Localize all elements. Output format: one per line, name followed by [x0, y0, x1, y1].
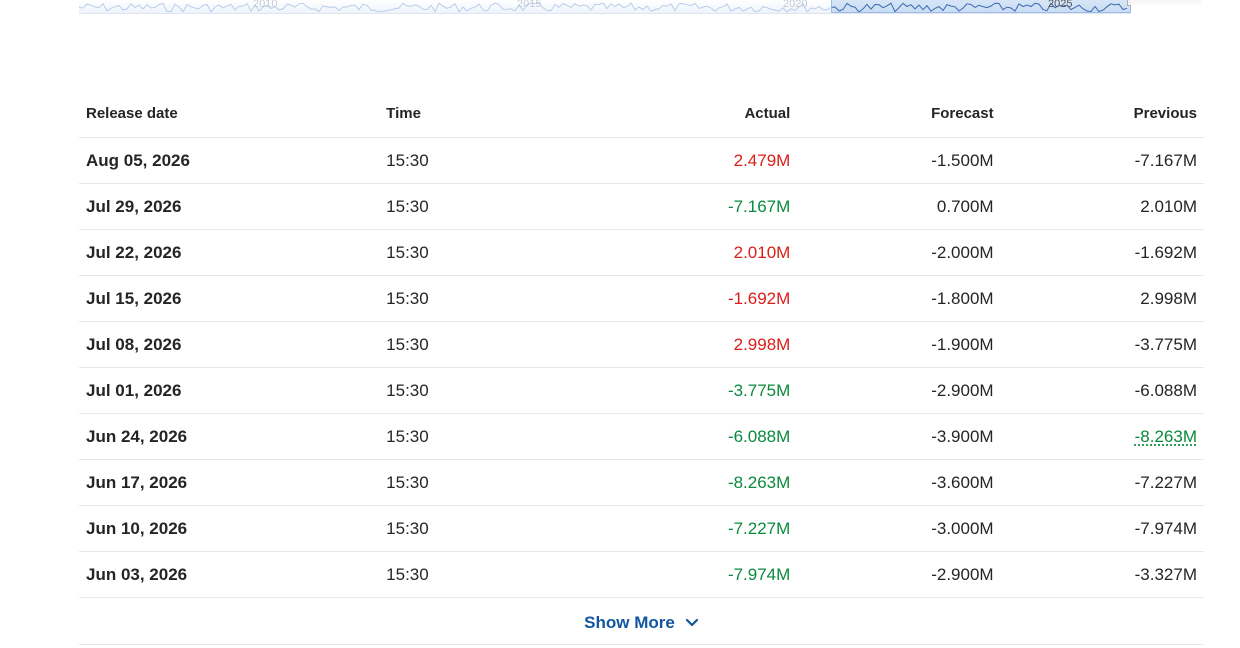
- time-cell: 15:30: [386, 288, 429, 308]
- chart-navigator[interactable]: 2010 2015 2020 2025: [79, 0, 1131, 14]
- forecast-value-cell: -3.600M: [931, 472, 994, 492]
- forecast-value-cell: -1.500M: [931, 150, 994, 170]
- time-cell: 15:30: [386, 380, 429, 400]
- previous-value-cell: -7.227M: [1134, 472, 1197, 492]
- actual-value-cell: -7.974M: [727, 564, 791, 584]
- actual-value-cell: -1.692M: [727, 288, 791, 308]
- previous-value-cell: -7.974M: [1134, 518, 1197, 538]
- release-date-cell: Jul 08, 2026: [86, 334, 182, 354]
- previous-value-cell: 2.010M: [1140, 196, 1197, 216]
- previous-value-cell: -7.167M: [1134, 150, 1197, 170]
- time-cell: 15:30: [386, 150, 429, 170]
- forecast-value-cell: -1.900M: [931, 334, 994, 354]
- table-row: Jun 03, 2026 15:30 -7.974M -2.900M -3.327M: [79, 551, 1204, 598]
- chevron-down-icon: [685, 618, 698, 626]
- previous-value-cell[interactable]: -8.263M: [1135, 427, 1197, 446]
- show-more-button[interactable]: Show More: [584, 613, 699, 633]
- time-cell: 15:30: [386, 518, 429, 538]
- table-row: Aug 05, 2026 15:30 2.479M -1.500M -7.167M: [79, 137, 1204, 184]
- column-header-time[interactable]: Time: [379, 89, 596, 138]
- actual-value-cell: -7.227M: [727, 518, 791, 538]
- forecast-value-cell: -2.900M: [931, 380, 994, 400]
- release-date-cell: Aug 05, 2026: [86, 150, 190, 170]
- time-cell: 15:30: [386, 196, 429, 216]
- forecast-value-cell: -3.900M: [931, 426, 994, 446]
- actual-value-cell: -6.088M: [727, 426, 791, 446]
- time-cell: 15:30: [386, 334, 429, 354]
- release-date-cell: Jun 24, 2026: [86, 426, 188, 446]
- release-date-cell: Jun 17, 2026: [86, 472, 188, 492]
- actual-value-cell: 2.010M: [733, 242, 791, 262]
- actual-value-cell: -3.775M: [727, 380, 791, 400]
- table-row: Jun 17, 2026 15:30 -8.263M -3.600M -7.227M: [79, 459, 1204, 506]
- table-row: Jun 10, 2026 15:30 -7.227M -3.000M -7.974M: [79, 505, 1204, 552]
- column-header-actual[interactable]: Actual: [595, 89, 798, 138]
- table-row: Jul 29, 2026 15:30 -7.167M 0.700M 2.010M: [79, 183, 1204, 230]
- previous-value-cell: 2.998M: [1140, 288, 1197, 308]
- dropdown-shadow: [1131, 0, 1201, 6]
- forecast-value-cell: -2.900M: [931, 564, 994, 584]
- time-cell: 15:30: [386, 564, 429, 584]
- column-header-forecast[interactable]: Forecast: [797, 89, 1001, 138]
- navigator-year-label: 2020: [783, 0, 808, 10]
- table-row: Jul 08, 2026 15:30 2.998M -1.900M -3.775M: [79, 321, 1204, 368]
- release-date-cell: Jul 29, 2026: [86, 196, 182, 216]
- table-header-row: Release date Time Actual Forecast Previo…: [79, 89, 1204, 138]
- time-cell: 15:30: [386, 242, 429, 262]
- column-header-previous[interactable]: Previous: [1000, 89, 1204, 138]
- history-table: Release date Time Actual Forecast Previo…: [79, 89, 1204, 598]
- show-more-label: Show More: [584, 612, 675, 632]
- release-date-cell: Jul 22, 2026: [86, 242, 182, 262]
- release-date-cell: Jul 01, 2026: [86, 380, 182, 400]
- column-header-release-date[interactable]: Release date: [79, 89, 380, 138]
- actual-value-cell: 2.998M: [733, 334, 791, 354]
- previous-value-cell: -6.088M: [1134, 380, 1197, 400]
- show-more-row: Show More: [79, 601, 1204, 645]
- navigator-selection-window[interactable]: [831, 0, 1131, 13]
- table-row: Jul 15, 2026 15:30 -1.692M -1.800M 2.998M: [79, 275, 1204, 322]
- forecast-value-cell: -3.000M: [931, 518, 994, 538]
- time-cell: 15:30: [386, 426, 429, 446]
- actual-value-cell: -7.167M: [727, 196, 791, 216]
- forecast-value-cell: -2.000M: [931, 242, 994, 262]
- forecast-value-cell: -1.800M: [931, 288, 994, 308]
- release-date-cell: Jun 10, 2026: [86, 518, 188, 538]
- navigator-year-label: 2025: [1048, 0, 1073, 10]
- actual-value-cell: -8.263M: [727, 472, 791, 492]
- navigator-year-label: 2010: [253, 0, 278, 10]
- release-date-cell: Jun 03, 2026: [86, 564, 188, 584]
- forecast-value-cell: 0.700M: [936, 196, 994, 216]
- previous-value-cell: -1.692M: [1134, 242, 1197, 262]
- time-cell: 15:30: [386, 472, 429, 492]
- previous-value-cell: -3.775M: [1134, 334, 1197, 354]
- previous-value-cell: -3.327M: [1134, 564, 1197, 584]
- table-row: Jul 22, 2026 15:30 2.010M -2.000M -1.692M: [79, 229, 1204, 276]
- table-row: Jun 24, 2026 15:30 -6.088M -3.900M -8.263M: [79, 413, 1204, 460]
- actual-value-cell: 2.479M: [733, 150, 791, 170]
- table-row: Jul 01, 2026 15:30 -3.775M -2.900M -6.088M: [79, 367, 1204, 414]
- navigator-year-label: 2015: [517, 0, 542, 10]
- release-date-cell: Jul 15, 2026: [86, 288, 182, 308]
